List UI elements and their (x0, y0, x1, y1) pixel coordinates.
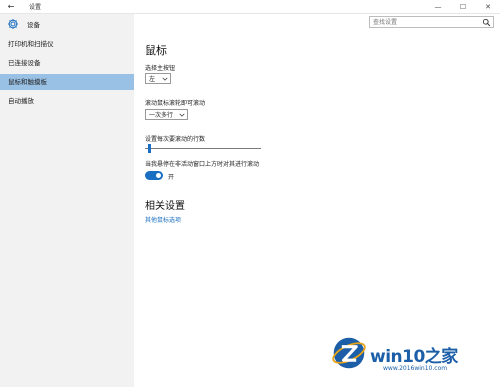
sidebar-header: 设备 (0, 14, 134, 34)
close-icon: ✕ (485, 2, 491, 11)
watermark-url: www.2016win10.com (383, 365, 448, 372)
other-mouse-options-link[interactable]: 其他鼠标选项 (145, 215, 181, 224)
sidebar-item-label: 鼠标和触摸板 (8, 78, 47, 86)
sidebar-item-label: 已连接设备 (8, 59, 41, 67)
chevron-down-icon (162, 77, 168, 81)
sidebar-item-printers-scanners[interactable]: 打印机和扫描仪 (0, 36, 134, 52)
chevron-down-icon (179, 113, 185, 117)
inactive-scroll-state: 开 (168, 174, 175, 181)
sidebar-item-mouse-touchpad[interactable]: 鼠标和触摸板 (0, 74, 134, 90)
lines-scroll-label: 设置每次要滚动的行数 (145, 136, 206, 143)
wheel-scroll-label: 滚动鼠标滚轮即可滚动 (145, 100, 206, 107)
main-content: 鼠标 选择主按钮 左 滚动鼠标滚轮即可滚动 一次多行 设置每次要滚动的行数 当我… (145, 0, 485, 387)
wheel-scroll-value: 一次多行 (149, 112, 174, 119)
page-title: 鼠标 (145, 44, 167, 57)
wheel-scroll-dropdown[interactable]: 一次多行 (145, 109, 188, 120)
gear-icon (8, 19, 18, 29)
lines-scroll-slider-track[interactable] (145, 148, 261, 149)
back-button[interactable]: ← (3, 0, 19, 13)
lines-scroll-slider-thumb[interactable] (148, 144, 151, 153)
sidebar: 设备 打印机和扫描仪 已连接设备 鼠标和触摸板 自动播放 (0, 14, 134, 387)
toggle-knob (156, 173, 161, 178)
related-settings-title: 相关设置 (145, 201, 185, 212)
sidebar-item-autoplay[interactable]: 自动播放 (0, 93, 134, 109)
window-title: 设置 (29, 4, 42, 11)
primary-button-value: 左 (149, 76, 156, 83)
primary-button-label: 选择主按钮 (145, 65, 176, 72)
app-title: 设备 (27, 21, 40, 29)
watermark-brand: win10之家 (370, 347, 458, 367)
inactive-scroll-label: 当我悬停在非活动窗口上方时对其进行滚动 (145, 161, 260, 168)
sidebar-item-label: 打印机和扫描仪 (8, 40, 54, 48)
sidebar-item-connected-devices[interactable]: 已连接设备 (0, 55, 134, 71)
watermark-logo-icon (332, 337, 366, 369)
primary-button-dropdown[interactable]: 左 (145, 73, 171, 84)
back-arrow-icon: ← (7, 2, 15, 11)
inactive-scroll-toggle[interactable] (145, 171, 163, 180)
sidebar-item-label: 自动播放 (8, 97, 34, 105)
